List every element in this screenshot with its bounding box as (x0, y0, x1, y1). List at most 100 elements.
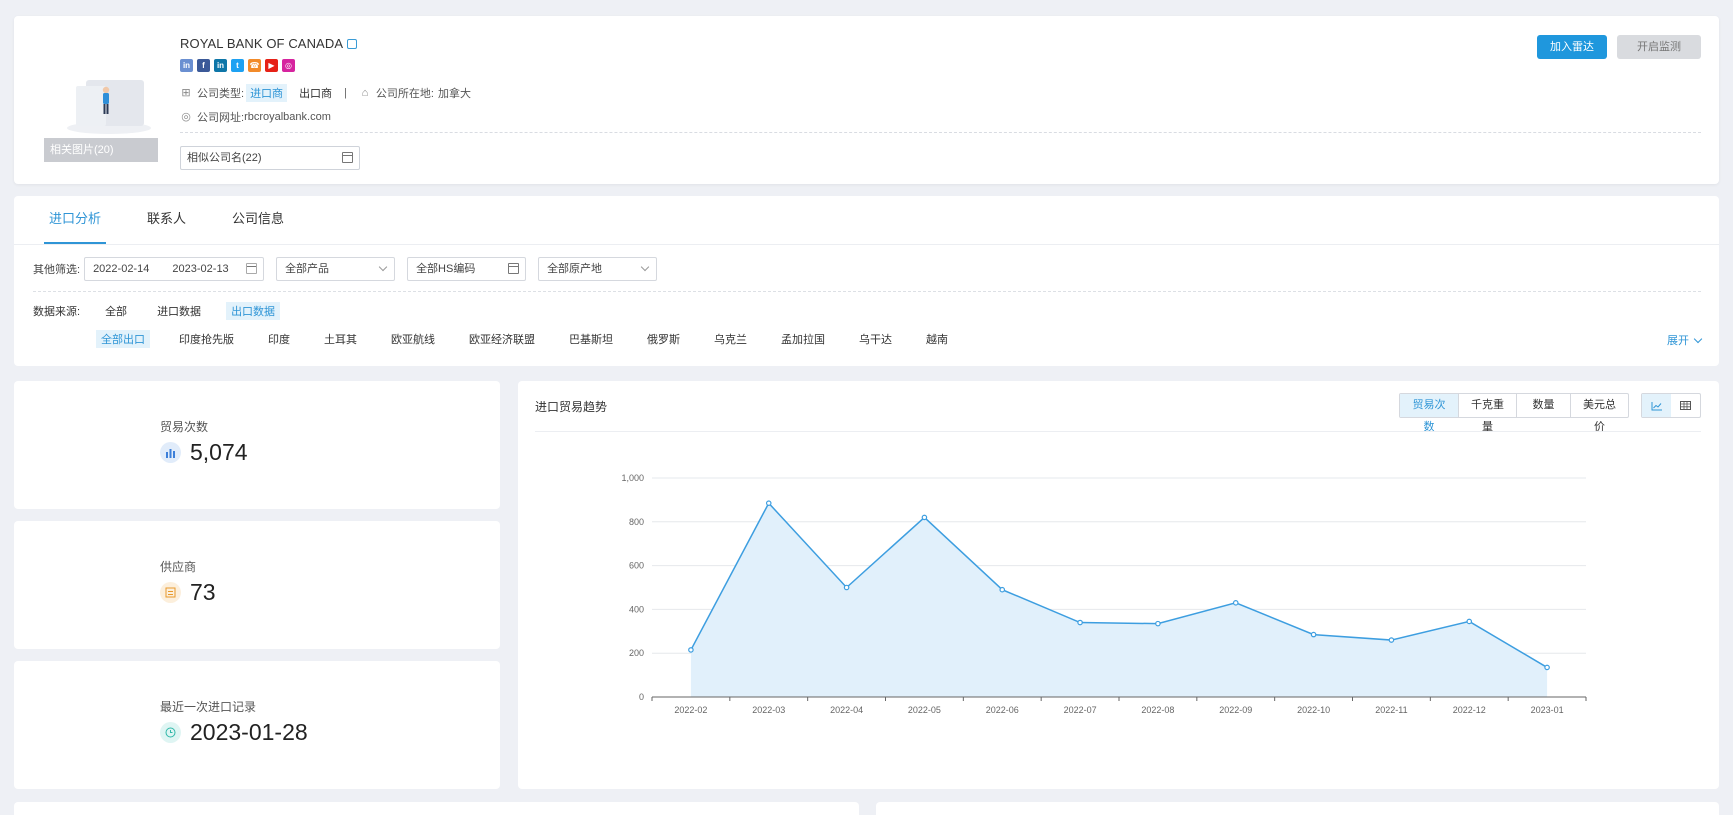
calendar-icon (246, 263, 258, 274)
source-import[interactable]: 进口数据 (152, 302, 206, 320)
date-range-picker[interactable]: 2022-02-14 2023-02-13 (84, 257, 265, 281)
stat-suppliers-label: 供应商 (160, 560, 197, 574)
phone-icon[interactable]: ☎ (248, 59, 261, 72)
add-radar-button[interactable]: 加入雷达 (1537, 35, 1607, 59)
filter-row: 其他筛选: 2022-02-14 2023-02-13 全部产品 全部HS编码 … (33, 257, 669, 281)
metric-weight[interactable]: 千克重量 (1458, 394, 1516, 433)
x-tick-label: 2022-09 (1219, 705, 1252, 715)
youtube-icon[interactable]: ▶ (265, 59, 278, 72)
origin-value: 全部原产地 (547, 263, 603, 275)
region-option[interactable]: 印度 (263, 330, 295, 348)
facebook-icon[interactable]: f (197, 59, 210, 72)
company-photo[interactable]: 相关图片(20) (44, 54, 172, 164)
data-point (1544, 664, 1550, 671)
stat-trades-card: 贸易次数 5,074 (14, 381, 500, 509)
metric-trades[interactable]: 贸易次数 (1400, 394, 1458, 433)
region-option[interactable]: 乌干达 (854, 330, 897, 348)
region-option[interactable]: 俄罗斯 (642, 330, 685, 348)
x-tick-label: 2022-03 (752, 705, 785, 715)
tag-exporter: 出口商 (299, 88, 333, 100)
info-separator: | (344, 87, 347, 99)
data-source-row: 数据来源: 全部 进口数据 出口数据 (33, 302, 281, 320)
region-option[interactable]: 欧亚航线 (386, 330, 440, 348)
company-illustration-icon (67, 80, 151, 134)
stat-trades-value: 5,074 (190, 439, 248, 465)
source-all[interactable]: 全部 (100, 302, 132, 320)
line-chart-icon (1651, 401, 1662, 410)
stat-last-label: 最近一次进口记录 (160, 700, 257, 714)
stat-last-record-card: 最近一次进口记录 2023-01-28 (14, 661, 500, 789)
line-chart-view-button[interactable] (1642, 394, 1671, 417)
y-tick-label: 600 (629, 561, 644, 571)
metric-quantity[interactable]: 数量 (1516, 394, 1570, 417)
import-trend-card: 进口贸易趋势 贸易次数 千克重量 数量 美元总价 0 200 400 600 800 1,… (518, 381, 1719, 789)
similar-names-label: 相似公司名(22) (187, 152, 262, 164)
stat-trades-value-row: 5,074 (160, 439, 248, 466)
website-link[interactable]: rbcroyalbank.com (244, 111, 331, 123)
type-icon: ⊞ (181, 87, 191, 99)
tab-import-analysis[interactable]: 进口分析 (44, 196, 107, 244)
x-tick-label: 2022-05 (908, 705, 941, 715)
company-type-row: ⊞ 公司类型: 进口商 出口商 | ⌂ 公司所在地: 加拿大 (180, 84, 471, 102)
data-point (1388, 637, 1395, 643)
region-option[interactable]: 巴基斯坦 (564, 330, 618, 348)
region-option[interactable]: 乌克兰 (709, 330, 752, 348)
x-tick-label: 2022-07 (1064, 705, 1097, 715)
stat-trades-label: 贸易次数 (160, 420, 209, 434)
region-list: 全部出口 印度抢先版 印度 土耳其 欧亚航线 欧亚经济联盟 巴基斯坦 俄罗斯 乌克兰 孟加拉国 乌干… (96, 330, 977, 348)
region-option[interactable]: 土耳其 (319, 330, 362, 348)
trend-chart: 0 200 400 600 800 1,000 2022-02 2022-03 2022-04 2… (621, 473, 1587, 715)
region-option[interactable]: 欧亚经济联盟 (464, 330, 540, 348)
globe-icon: ◎ (181, 111, 191, 123)
x-tick-label: 2022-02 (674, 705, 707, 715)
region-option[interactable]: 全部出口 (96, 330, 150, 348)
filter-label: 其他筛选: (33, 264, 81, 276)
y-tick-label: 200 (629, 648, 644, 658)
data-point (765, 500, 772, 506)
expand-button[interactable]: 展开 (1667, 332, 1703, 348)
data-point (999, 586, 1006, 593)
x-tick-label: 2022-10 (1297, 705, 1330, 715)
data-point (1232, 600, 1239, 606)
copy-icon[interactable] (347, 39, 358, 49)
source-label: 数据来源: (33, 306, 81, 318)
product-select[interactable]: 全部产品 (276, 257, 396, 281)
chart-title: 进口贸易趋势 (535, 400, 608, 414)
y-tick-label: 800 (629, 517, 644, 527)
bar-chart-icon (160, 442, 181, 463)
data-point (1466, 618, 1473, 625)
tab-company-info[interactable]: 公司信息 (227, 196, 289, 244)
chevron-down-icon (640, 262, 650, 272)
data-point (1077, 619, 1083, 626)
region-option[interactable]: 孟加拉国 (776, 330, 830, 348)
similar-names-dropdown[interactable]: 相似公司名(22) (180, 146, 360, 170)
tab-contacts[interactable]: 联系人 (142, 196, 191, 244)
date-start: 2022-02-14 (93, 263, 150, 275)
table-icon (1680, 401, 1691, 410)
data-point (1155, 620, 1161, 627)
photo-caption[interactable]: 相关图片(20) (44, 138, 158, 162)
x-tick-label: 2022-04 (830, 705, 863, 715)
region-option[interactable]: 印度抢先版 (174, 330, 239, 348)
source-export[interactable]: 出口数据 (226, 302, 281, 320)
y-tick-label: 400 (629, 604, 644, 614)
date-end: 2023-02-13 (172, 263, 229, 275)
data-point (843, 584, 850, 591)
linkedin-icon[interactable]: in (214, 59, 227, 72)
x-tick-label: 2022-12 (1453, 705, 1486, 715)
website-label: 公司网址: (197, 112, 245, 124)
table-view-button[interactable] (1671, 394, 1700, 417)
product-value: 全部产品 (285, 263, 330, 275)
twitter-icon[interactable]: t (231, 59, 244, 72)
hs-code-select[interactable]: 全部HS编码 (407, 257, 527, 281)
instagram-icon[interactable]: ◎ (282, 59, 295, 72)
clock-icon (160, 722, 181, 743)
region-option[interactable]: 越南 (921, 330, 953, 348)
stat-last-value: 2023-01-28 (190, 719, 308, 745)
tabs-divider (14, 244, 1719, 245)
sns-icon[interactable]: in (180, 59, 193, 72)
start-monitor-button[interactable]: 开启监测 (1617, 35, 1701, 59)
metric-usd-total[interactable]: 美元总价 (1570, 394, 1628, 433)
y-tick-label: 1,000 (621, 473, 644, 483)
origin-select[interactable]: 全部原产地 (538, 257, 658, 281)
